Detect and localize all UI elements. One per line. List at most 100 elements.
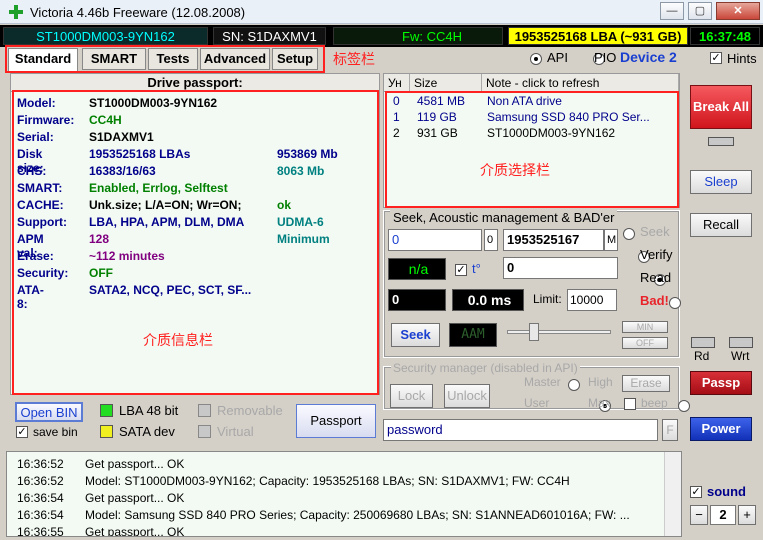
seek-group-title: Seek, Acoustic management & BAD'er	[390, 210, 618, 225]
maximize-icon[interactable]: ▢	[688, 2, 712, 20]
passport-button[interactable]: Passport	[296, 404, 376, 438]
lba-display: 1953525168 LBA (~931 GB)	[508, 27, 688, 45]
virtual-label: Virtual	[217, 424, 254, 439]
read-indicator	[691, 337, 715, 348]
mode-read-label: Read	[640, 270, 672, 285]
window-title: Victoria 4.46b Freeware (12.08.2008)	[30, 5, 246, 20]
lba48-label: LBA 48 bit	[119, 403, 179, 418]
tabs-annotation-outline	[5, 45, 325, 73]
write-label: Wrt	[731, 349, 750, 363]
log-message: Get passport... OK	[85, 457, 185, 471]
end-lba-input[interactable]: 1953525167	[503, 229, 604, 251]
write-indicator	[729, 337, 753, 348]
limit-label: Limit:	[533, 292, 562, 306]
f-button[interactable]: F	[662, 419, 678, 441]
log-message: Get passport... OK	[85, 525, 185, 537]
log-time: 16:36:52	[17, 474, 64, 488]
end-lba-max[interactable]: M	[604, 229, 618, 251]
col-size[interactable]: Size	[410, 74, 482, 92]
temperature-label: t°	[472, 261, 481, 276]
pio-label: PIO	[594, 50, 617, 65]
seek-time-display: 0.0 ms	[452, 289, 524, 311]
log-time: 16:36:54	[17, 508, 64, 522]
aam-slider-thumb[interactable]	[529, 323, 539, 341]
interface-mode: API PIO Device 2 ✓ Hints	[530, 49, 760, 67]
max-label: Max	[588, 396, 611, 410]
busy-indicator	[708, 137, 734, 146]
log-message: Get passport... OK	[85, 491, 185, 505]
master-label: Master	[524, 375, 561, 389]
drive-info-bar: ST1000DM003-9YN162 SN: S1DAXMV1 Fw: CC4H…	[0, 25, 763, 47]
password-input[interactable]: password	[383, 419, 658, 441]
open-bin-button[interactable]: Open BIN	[15, 402, 83, 422]
title-bar: Victoria 4.46b Freeware (12.08.2008) — ▢…	[0, 0, 763, 24]
max-radio[interactable]	[678, 399, 691, 412]
app-cross-icon	[9, 5, 23, 19]
volume-increase-button[interactable]: +	[738, 505, 756, 525]
seek-button[interactable]: Seek	[391, 323, 440, 347]
model-display: ST1000DM003-9YN162	[3, 27, 208, 45]
mode-seek-label: Seek	[640, 224, 670, 239]
minimize-icon[interactable]: —	[660, 2, 684, 20]
serial-display: SN: S1DAXMV1	[213, 27, 326, 45]
col-number[interactable]: Ун	[384, 74, 410, 92]
passport-annotation: 介质信息栏	[143, 332, 213, 348]
power-button[interactable]: Power	[690, 417, 752, 441]
sound-checkbox[interactable]: ✓	[690, 486, 702, 498]
security-group-title: Security manager (disabled in API)	[391, 361, 580, 375]
recall-button[interactable]: Recall	[690, 213, 752, 237]
firmware-display: Fw: CC4H	[333, 27, 503, 45]
aam-off-button[interactable]: OFF	[622, 337, 668, 349]
erase-button[interactable]: Erase	[622, 375, 670, 392]
clock-display: 16:37:48	[690, 27, 760, 45]
log-time: 16:36:54	[17, 491, 64, 505]
unlock-button[interactable]: Unlock	[444, 384, 490, 408]
log-scrollbar[interactable]	[664, 452, 681, 536]
col-note[interactable]: Note - click to refresh	[482, 74, 679, 92]
device-number: Device 2	[620, 49, 677, 65]
mode-bad-radio[interactable]	[669, 296, 682, 309]
temperature-checkbox[interactable]: ✓	[455, 264, 467, 276]
save-bin-label: save bin	[33, 425, 78, 439]
user-label: User	[524, 396, 550, 410]
log-time: 16:36:52	[17, 457, 64, 471]
lock-button[interactable]: Lock	[390, 384, 433, 408]
removable-label: Removable	[217, 403, 283, 418]
temperature-value: 0	[503, 257, 618, 279]
api-radio[interactable]	[530, 52, 542, 65]
read-label: Rd	[694, 349, 710, 363]
log-panel: 16:36:52 Get passport... OK 16:36:52 Model:…	[6, 451, 682, 537]
aam-display: AAM	[449, 323, 497, 347]
virtual-indicator	[198, 425, 211, 438]
limit-input[interactable]: 10000	[567, 289, 617, 311]
device-list-header: Ун Size Note - click to refresh	[384, 74, 679, 92]
mode-seek-radio[interactable]	[623, 227, 635, 240]
position-display: 0	[388, 289, 446, 311]
device-annotation-outline	[385, 91, 679, 208]
mode-bad-label: Bad!	[640, 293, 669, 308]
status-display: n/a	[388, 258, 446, 280]
removable-indicator	[198, 404, 211, 417]
sleep-button[interactable]: Sleep	[690, 170, 752, 194]
passp-button[interactable]: Passp	[690, 371, 752, 395]
start-lba-input[interactable]: 0	[388, 229, 482, 251]
break-all-button[interactable]: Break All	[690, 85, 752, 129]
close-icon[interactable]: ✕	[716, 2, 760, 20]
volume-value[interactable]: 2	[710, 505, 736, 525]
hints-checkbox[interactable]: ✓	[710, 52, 722, 64]
volume-decrease-button[interactable]: −	[690, 505, 708, 525]
lba48-indicator	[100, 404, 113, 417]
beep-checkbox[interactable]	[624, 398, 636, 410]
aam-min-button[interactable]: MIN	[622, 321, 668, 333]
api-label: API	[547, 50, 568, 65]
log-message: Model: Samsung SSD 840 PRO Series; Capac…	[85, 508, 630, 522]
save-bin-checkbox[interactable]: ✓	[16, 426, 28, 438]
log-message: Model: ST1000DM003-9YN162; Capacity: 195…	[85, 474, 570, 488]
log-time: 16:36:55	[17, 525, 64, 537]
high-label: High	[588, 375, 613, 389]
aam-slider-track	[507, 330, 611, 334]
start-lba-suffix[interactable]: 0	[484, 229, 498, 251]
mode-verify-label: Verify	[640, 247, 673, 262]
satadev-indicator	[100, 425, 113, 438]
device-annotation: 介质选择栏	[480, 162, 550, 178]
